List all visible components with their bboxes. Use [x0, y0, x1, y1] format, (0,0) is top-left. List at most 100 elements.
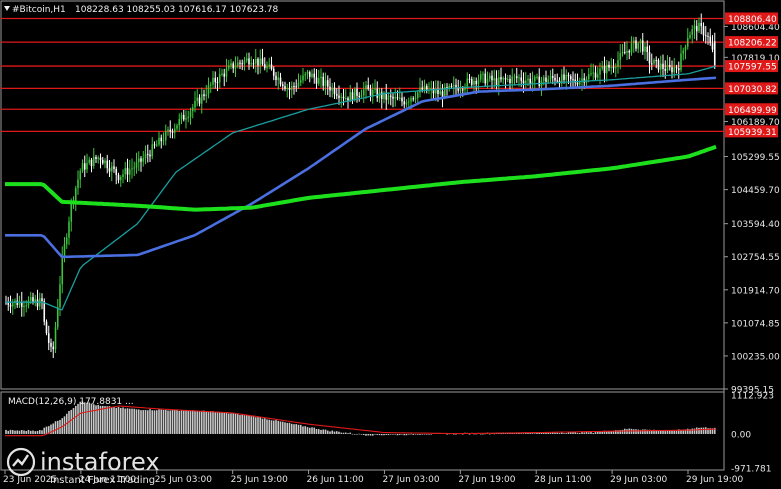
macd-histogram-bar	[110, 407, 113, 434]
price-level-label: 107030.82	[728, 85, 777, 95]
candle-body	[23, 306, 25, 308]
macd-histogram-bar	[398, 433, 401, 435]
candle-body	[603, 66, 606, 74]
macd-histogram-bar	[522, 433, 525, 435]
macd-histogram-bar	[252, 415, 255, 434]
macd-histogram-bar	[27, 429, 30, 434]
macd-histogram-bar	[657, 430, 660, 434]
macd-histogram-bar	[59, 419, 61, 434]
macd-histogram-bar	[162, 409, 165, 434]
candle-body	[117, 174, 120, 181]
candle-body	[214, 77, 217, 83]
macd-histogram-bar	[342, 432, 345, 434]
candle-body	[700, 22, 703, 27]
macd-histogram-bar	[32, 430, 34, 434]
candle-body	[437, 89, 439, 94]
macd-histogram-bar	[108, 406, 111, 434]
macd-histogram-bar	[74, 405, 77, 434]
macd-histogram-bar	[644, 429, 646, 434]
candle-body	[133, 167, 136, 169]
price-tick-label: 101914.70	[731, 286, 780, 296]
candle-body	[230, 63, 232, 66]
macd-histogram-bar	[146, 410, 149, 434]
candle-body	[279, 77, 282, 85]
candle-body	[261, 58, 264, 65]
time-tick-label: 25 Jun 03:00	[155, 475, 212, 485]
macd-histogram-bar	[212, 411, 214, 434]
candle-body	[250, 63, 253, 65]
macd-histogram-bar	[56, 420, 59, 434]
candle-body	[450, 85, 453, 87]
macd-histogram-bar	[171, 409, 174, 434]
candle-body	[47, 333, 50, 343]
candle-body	[45, 321, 48, 334]
macd-histogram-bar	[392, 433, 394, 435]
candle-body	[61, 255, 64, 285]
macd-histogram-bar	[311, 427, 313, 434]
candle-body	[367, 85, 370, 90]
candle-body	[95, 156, 97, 159]
macd-histogram-bar	[565, 433, 568, 434]
macd-histogram-bar	[378, 433, 381, 436]
macd-histogram-bar	[248, 415, 250, 434]
macd-histogram-bar	[16, 430, 19, 434]
candle-body	[317, 78, 320, 84]
candle-body	[320, 76, 322, 79]
candle-body	[527, 78, 529, 81]
candle-body	[149, 154, 151, 157]
candle-body	[668, 64, 671, 68]
candle-body	[533, 76, 536, 82]
candle-body	[506, 79, 509, 81]
candle-body	[452, 84, 455, 87]
macd-histogram-bar	[693, 428, 696, 434]
candle-body	[666, 64, 669, 71]
candle-body	[551, 76, 554, 78]
macd-histogram-bar	[563, 433, 565, 434]
candle-body	[234, 66, 237, 69]
candle-body	[554, 77, 556, 81]
candle-body	[356, 88, 358, 96]
macd-histogram-bar	[225, 412, 228, 434]
candle-body	[178, 118, 181, 126]
candle-body	[635, 40, 637, 49]
candle-body	[36, 299, 39, 307]
macd-histogram-bar	[275, 420, 277, 434]
candle-body	[297, 82, 300, 87]
macd-histogram-bar	[308, 427, 311, 434]
price-tick-label: 100235.00	[731, 352, 780, 362]
candle-body	[335, 94, 338, 96]
candle-body	[466, 78, 469, 88]
macd-histogram-bar	[254, 417, 257, 434]
candle-body	[592, 72, 595, 74]
macd-histogram-bar	[155, 410, 158, 434]
macd-histogram-bar	[635, 429, 637, 434]
macd-histogram-bar	[9, 429, 12, 434]
candle-body	[263, 64, 266, 69]
candle-body	[675, 67, 678, 69]
candle-body	[239, 62, 241, 64]
symbol-dropdown-icon[interactable]	[4, 6, 10, 11]
macd-histogram-bar	[290, 423, 293, 434]
macd-histogram-bar	[299, 424, 302, 434]
macd-histogram-bar	[468, 433, 471, 435]
candle-body	[644, 46, 646, 52]
macd-histogram-bar	[385, 433, 388, 435]
candle-body	[686, 37, 689, 47]
macd-histogram-bar	[335, 431, 338, 434]
candle-body	[614, 67, 617, 69]
price-level-label: 108206.22	[728, 39, 777, 49]
candle-body	[711, 43, 714, 50]
candle-body	[97, 157, 100, 159]
candle-body	[491, 75, 493, 81]
macd-histogram-bar	[223, 412, 226, 434]
candle-body	[338, 95, 340, 98]
macd-histogram-bar	[655, 430, 658, 434]
macd-histogram-bar	[140, 410, 142, 434]
macd-histogram-bar	[698, 427, 700, 434]
macd-histogram-bar	[135, 409, 138, 434]
candle-body	[583, 78, 586, 83]
candle-body	[198, 97, 201, 104]
candle-body	[56, 307, 59, 328]
candle-body	[612, 67, 615, 69]
macd-histogram-bar	[176, 409, 178, 434]
